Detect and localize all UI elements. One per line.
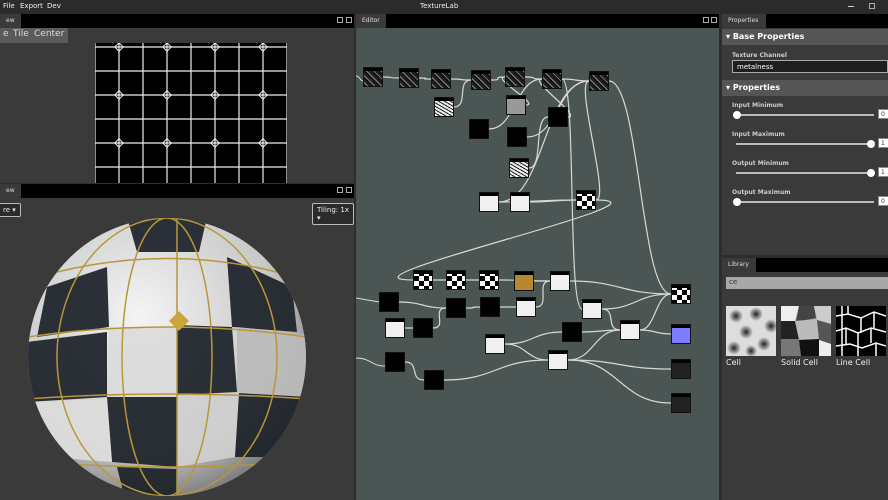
- slider-track[interactable]: [733, 111, 874, 119]
- graph-node[interactable]: [363, 67, 383, 87]
- graph-node[interactable]: [542, 69, 562, 89]
- graph-node[interactable]: [548, 107, 568, 127]
- menu-export[interactable]: Export: [20, 2, 43, 10]
- texture-preview-image: [95, 43, 287, 183]
- center-button[interactable]: Center: [30, 28, 69, 43]
- graph-node[interactable]: [424, 370, 444, 390]
- graph-node[interactable]: [671, 359, 691, 379]
- slider-value-input[interactable]: 0: [878, 109, 888, 119]
- float-icon[interactable]: [337, 187, 343, 193]
- texture-channel-dropdown[interactable]: metalness: [732, 60, 888, 73]
- slider-value-input[interactable]: 1: [878, 167, 888, 177]
- graph-node[interactable]: [469, 119, 489, 139]
- window-title: TextureLab: [420, 2, 459, 10]
- properties-panel: Properties ▾ Base Properties Texture Cha…: [722, 14, 888, 255]
- mesh-dropdown[interactable]: re ▾: [0, 203, 21, 217]
- graph-node[interactable]: [576, 190, 596, 210]
- material-sphere[interactable]: [27, 217, 307, 500]
- maximize-icon[interactable]: [346, 17, 352, 23]
- tab-properties[interactable]: Properties: [722, 14, 766, 28]
- slider-thumb[interactable]: [867, 140, 875, 148]
- slider-label: Output Maximum: [732, 189, 791, 196]
- graph-node[interactable]: [480, 297, 500, 317]
- graph-node[interactable]: [516, 297, 536, 317]
- slider-thumb[interactable]: [733, 111, 741, 119]
- graph-node[interactable]: [385, 318, 405, 338]
- solid-cell-thumbnail: [781, 306, 831, 356]
- graph-node[interactable]: [548, 350, 568, 370]
- slider-label: Input Minimum: [732, 102, 784, 109]
- node-editor[interactable]: Editor: [356, 14, 719, 500]
- graph-node[interactable]: [562, 322, 582, 342]
- menu-file[interactable]: File: [3, 2, 15, 10]
- texture-channel-label: Texture Channel: [732, 52, 787, 59]
- library-item-label: Line Cell: [836, 358, 871, 367]
- graph-node[interactable]: [385, 352, 405, 372]
- float-icon[interactable]: [337, 17, 343, 23]
- slider-thumb[interactable]: [867, 169, 875, 177]
- base-properties-header[interactable]: ▾ Base Properties: [722, 29, 888, 45]
- graph-node[interactable]: [671, 284, 691, 304]
- graph-node[interactable]: [510, 192, 530, 212]
- graph-node[interactable]: [509, 158, 529, 178]
- slider-label: Input Maximum: [732, 131, 785, 138]
- graph-node[interactable]: [431, 69, 451, 89]
- slider-track[interactable]: [733, 198, 874, 206]
- graph-node[interactable]: [671, 324, 691, 344]
- graph-node[interactable]: [479, 192, 499, 212]
- graph-node[interactable]: [485, 334, 505, 354]
- properties-header[interactable]: ▾ Properties: [722, 80, 888, 96]
- graph-node[interactable]: [413, 270, 433, 290]
- slider-value-input[interactable]: 0: [878, 196, 888, 206]
- menu-dev[interactable]: Dev: [47, 2, 61, 10]
- graph-node[interactable]: [589, 71, 609, 91]
- graph-node[interactable]: [506, 95, 526, 115]
- graph-node[interactable]: [434, 97, 454, 117]
- graph-node[interactable]: [446, 270, 466, 290]
- cell-noise-thumbnail: [726, 306, 778, 357]
- library-item-cell[interactable]: Cell: [726, 306, 778, 367]
- graph-node[interactable]: [413, 318, 433, 338]
- library-item-line-cell[interactable]: Line Cell: [835, 306, 887, 367]
- graph-node[interactable]: [514, 271, 534, 291]
- graph-node[interactable]: [505, 67, 525, 87]
- graph-node[interactable]: [379, 292, 399, 312]
- library-search-input[interactable]: ce: [726, 277, 888, 289]
- tab-3d-preview[interactable]: ew: [0, 184, 21, 198]
- graph-node[interactable]: [620, 320, 640, 340]
- graph-node[interactable]: [550, 271, 570, 291]
- maximize-icon[interactable]: [346, 187, 352, 193]
- title-bar: File Export Dev TextureLab: [0, 0, 888, 14]
- library-panel: Library ce Cell Solid Cell Line Cell: [722, 258, 888, 500]
- slider-value-input[interactable]: 1: [878, 138, 888, 148]
- library-item-solid-cell[interactable]: Solid Cell: [781, 306, 831, 367]
- tab-2d-preview[interactable]: ew: [0, 14, 21, 28]
- graph-node[interactable]: [582, 299, 602, 319]
- graph-node[interactable]: [446, 298, 466, 318]
- restore-button[interactable]: [869, 3, 875, 9]
- tab-library[interactable]: Library: [722, 258, 756, 272]
- line-cell-thumbnail: [835, 306, 887, 356]
- library-item-label: Solid Cell: [781, 358, 818, 367]
- tiling-dropdown[interactable]: Tiling: 1x ▾: [312, 203, 354, 225]
- preview-3d-panel: ew re ▾ Tiling: 1x ▾: [0, 184, 354, 500]
- slider-track[interactable]: [736, 169, 875, 177]
- graph-node[interactable]: [671, 393, 691, 413]
- library-item-label: Cell: [726, 358, 741, 367]
- graph-node[interactable]: [479, 270, 499, 290]
- preview-2d-panel: ew e Tile Center: [0, 14, 354, 183]
- minimize-button[interactable]: [848, 6, 854, 7]
- slider-thumb[interactable]: [733, 198, 741, 206]
- slider-track[interactable]: [736, 140, 875, 148]
- graph-node[interactable]: [507, 127, 527, 147]
- graph-node[interactable]: [471, 70, 491, 90]
- slider-label: Output Minimum: [732, 160, 789, 167]
- graph-node[interactable]: [399, 68, 419, 88]
